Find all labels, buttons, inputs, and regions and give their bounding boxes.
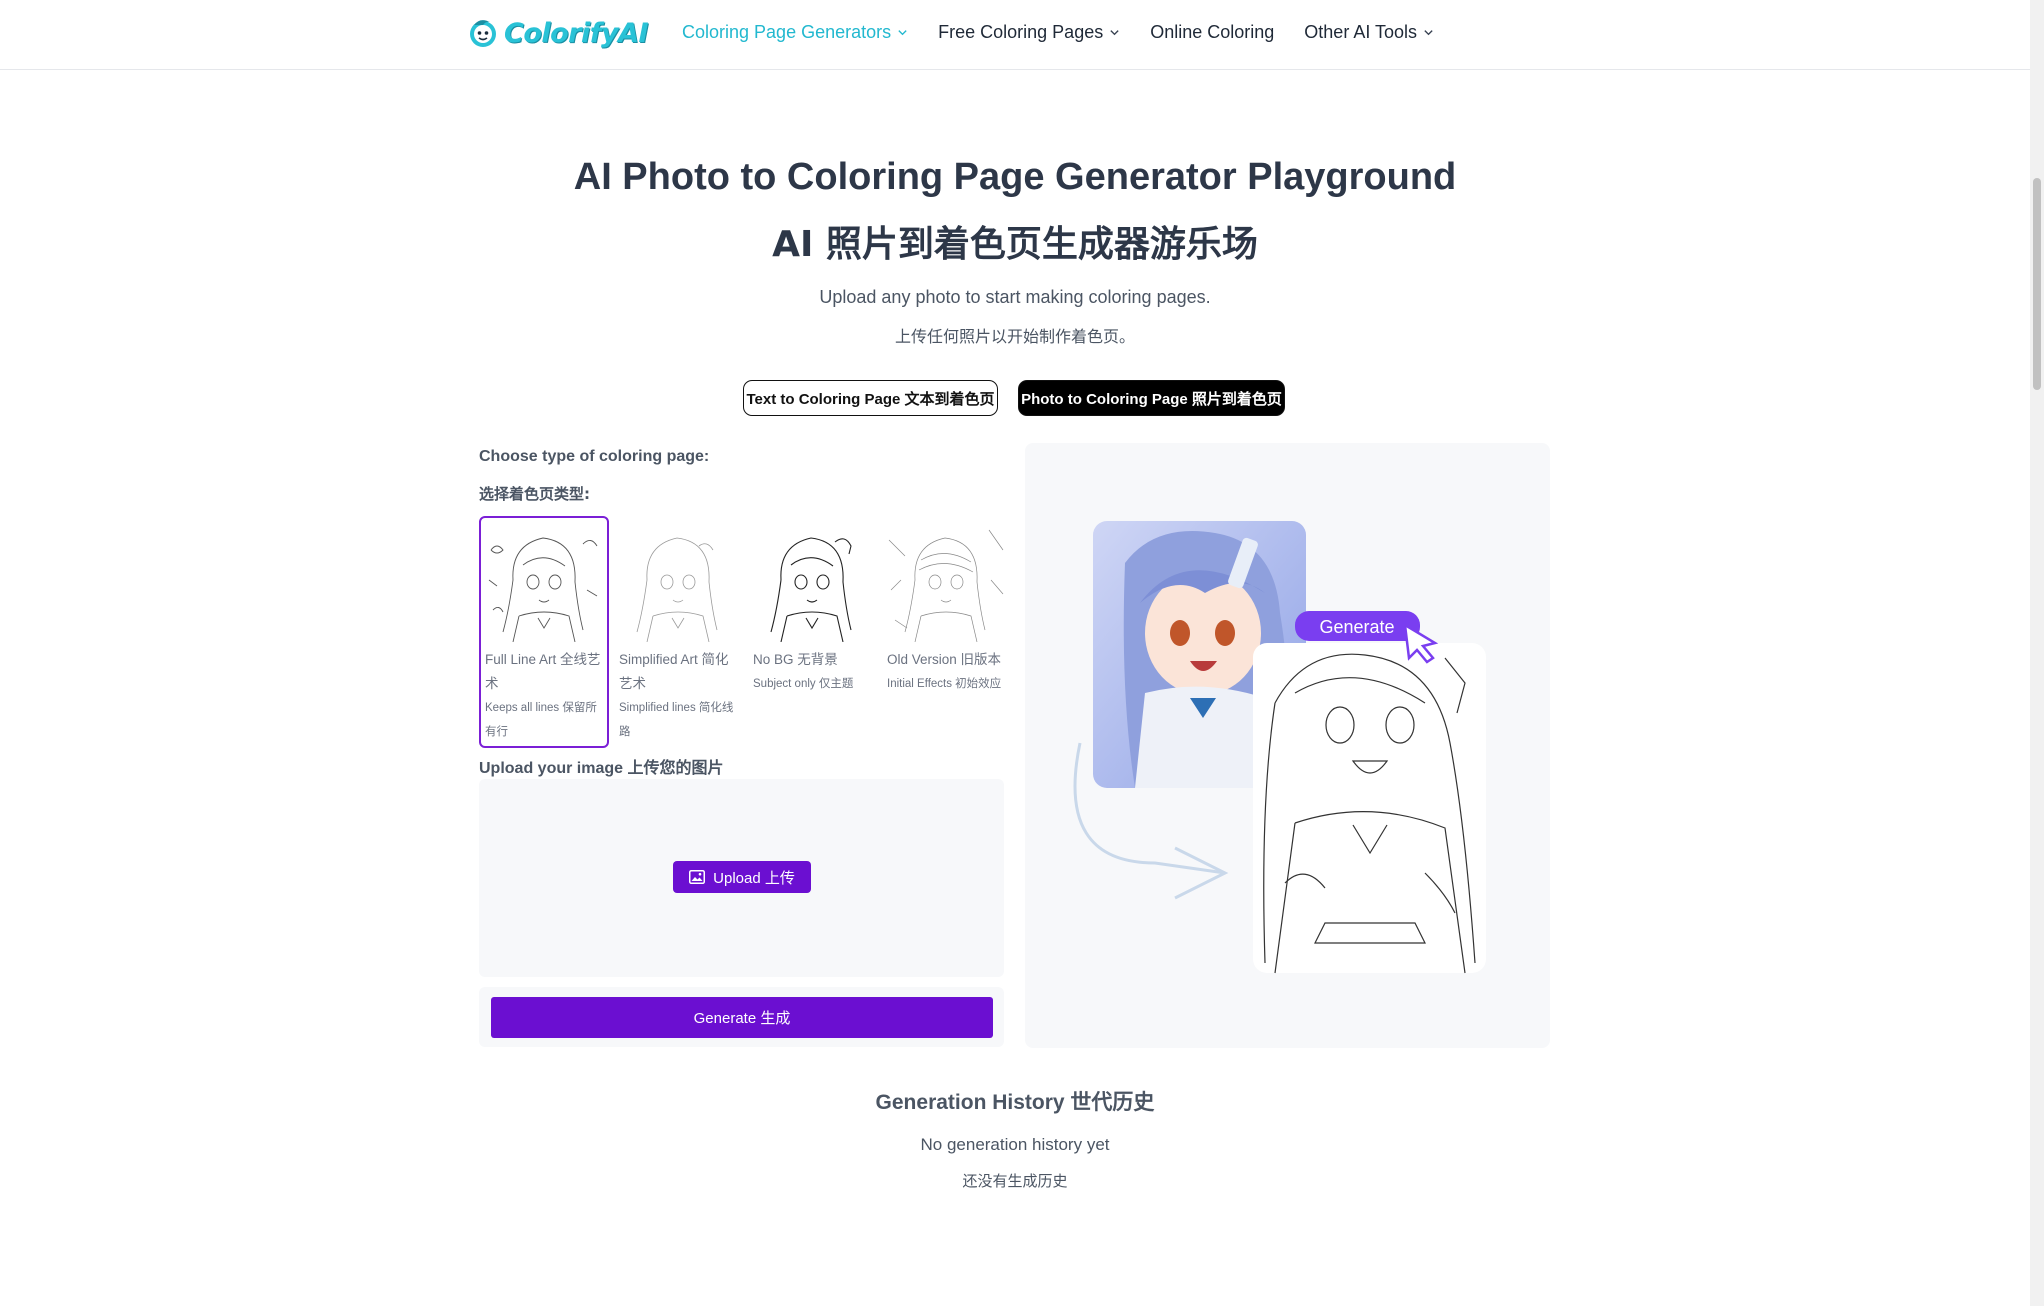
chevron-down-icon <box>1424 30 1433 36</box>
example-illustration: Generate <box>1073 521 1486 974</box>
scrollbar-thumb[interactable] <box>2033 178 2041 390</box>
type-simplified-art[interactable]: Simplified Art 简化艺术 Simplified lines 简化线… <box>613 516 743 748</box>
old-version-thumbnail <box>885 520 1007 642</box>
nav-coloring-page-generators[interactable]: Coloring Page Generators <box>682 22 908 43</box>
type-title: Simplified Art 简化艺术 <box>619 652 729 691</box>
full-line-art-thumbnail <box>483 520 605 642</box>
example-coloring-page <box>1253 643 1486 974</box>
mode-switch: Text to Coloring Page 文本到着色页 Photo to Co… <box>743 380 1285 416</box>
type-title: Old Version 旧版本 <box>887 652 1002 667</box>
upload-button[interactable]: Upload 上传 <box>673 861 811 893</box>
simplified-art-thumbnail <box>617 520 739 642</box>
type-full-line-art[interactable]: Full Line Art 全线艺术 Keeps all lines 保留所有行 <box>479 516 609 748</box>
coloring-type-options: Full Line Art 全线艺术 Keeps all lines 保留所有行… <box>479 516 1011 748</box>
page-subtitle-zh: 上传任何照片以开始制作着色页。 <box>894 327 1135 346</box>
logo-icon <box>470 20 496 47</box>
type-old-version[interactable]: Old Version 旧版本 Initial Effects 初始效应 <box>881 516 1011 748</box>
nav-label: Other AI Tools <box>1304 22 1418 42</box>
empty-history-message-zh: 还没有生成历史 <box>962 1172 1068 1190</box>
generation-history-title: Generation History 世代历史 <box>875 1091 1155 1114</box>
nav-online-coloring[interactable]: Online Coloring <box>1150 22 1274 43</box>
type-description: Simplified lines 简化线路 <box>619 702 734 738</box>
no-bg-thumbnail <box>751 520 873 642</box>
chevron-down-icon <box>898 30 907 36</box>
generate-button[interactable]: Generate 生成 <box>491 997 993 1038</box>
logo[interactable]: ColorifyAI <box>466 16 649 50</box>
nav-other-ai-tools[interactable]: Other AI Tools <box>1304 22 1434 43</box>
nav-free-coloring-pages[interactable]: Free Coloring Pages <box>938 22 1120 43</box>
photo-to-coloring-tab[interactable]: Photo to Coloring Page 照片到着色页 <box>1018 380 1285 416</box>
nav-label: Free Coloring Pages <box>938 22 1104 42</box>
logo-text: ColorifyAI <box>504 17 649 49</box>
type-title: Full Line Art 全线艺术 <box>485 652 601 691</box>
main-nav: Coloring Page Generators Free Coloring P… <box>682 22 1434 43</box>
chevron-down-icon <box>1110 30 1119 36</box>
type-description: Keeps all lines 保留所有行 <box>485 702 597 738</box>
nav-label: Online Coloring <box>1150 22 1275 42</box>
choose-type-label-zh: 选择着色页类型: <box>479 485 590 503</box>
nav-label: Coloring Page Generators <box>682 22 892 42</box>
type-title: No BG 无背景 <box>753 652 838 667</box>
type-no-bg[interactable]: No BG 无背景 Subject only 仅主题 <box>747 516 877 748</box>
page-scrollbar[interactable] <box>2030 0 2044 1306</box>
example-preview: Generate <box>1025 443 1550 1048</box>
type-description: Initial Effects 初始效应 <box>887 678 1002 690</box>
top-navbar: ColorifyAI Coloring Page Generators Free… <box>0 0 2030 70</box>
upload-button-label: Upload 上传 <box>713 869 795 887</box>
text-to-coloring-tab[interactable]: Text to Coloring Page 文本到着色页 <box>743 380 998 416</box>
page-subtitle: Upload any photo to start making colorin… <box>819 287 1211 307</box>
upload-image-label: Upload your image 上传您的图片 <box>479 760 724 777</box>
choose-type-label: Choose type of coloring page: <box>479 448 710 465</box>
page-title: AI Photo to Coloring Page Generator Play… <box>573 156 1457 198</box>
page-title-zh: AI 照片到着色页生成器游乐场 <box>772 224 1258 265</box>
generate-badge: Generate <box>1295 611 1420 641</box>
empty-history-message: No generation history yet <box>920 1135 1110 1154</box>
image-icon <box>689 870 706 884</box>
type-description: Subject only 仅主题 <box>753 678 854 690</box>
generate-badge-label: Generate <box>1319 617 1394 637</box>
